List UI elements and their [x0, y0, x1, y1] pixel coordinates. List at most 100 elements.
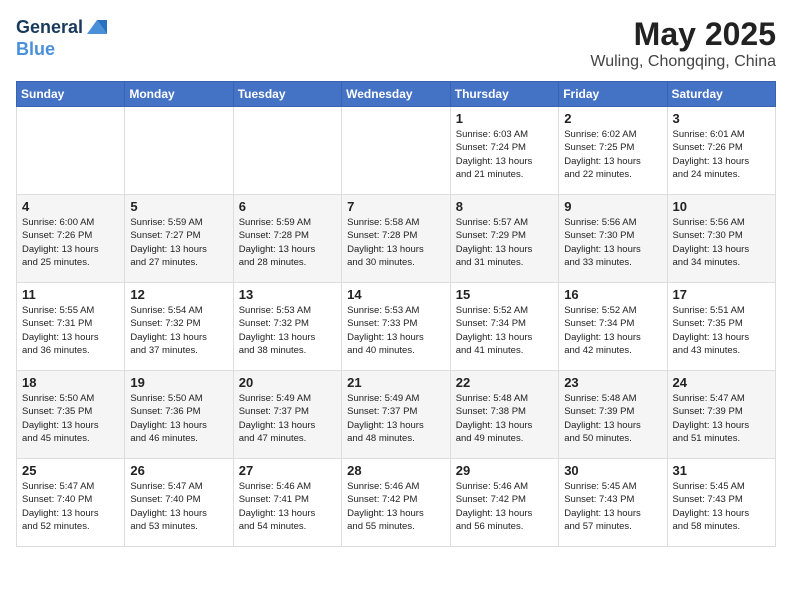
day-number: 17 [673, 287, 771, 302]
calendar-header-tuesday: Tuesday [233, 82, 341, 107]
calendar-cell: 31Sunrise: 5:45 AM Sunset: 7:43 PM Dayli… [667, 459, 776, 547]
day-info: Sunrise: 5:50 AM Sunset: 7:35 PM Dayligh… [22, 392, 119, 445]
calendar-cell: 30 Sunrise: 5:45 AM Sunset: 7:43 PM Dayli… [559, 459, 667, 547]
calendar-cell: 12Sunrise: 5:54 AM Sunset: 7:32 PM Dayli… [125, 283, 233, 371]
day-number: 14 [347, 287, 445, 302]
calendar-header-thursday: Thursday [450, 82, 558, 107]
calendar-table: SundayMondayTuesdayWednesdayThursdayFrid… [16, 81, 776, 547]
day-info: Sunrise: 5:52 AM Sunset: 7:34 PM Dayligh… [564, 304, 661, 357]
day-info: Sunrise: 5:46 AM Sunset: 7:41 PM Dayligh… [239, 480, 336, 533]
day-info: Sunrise: 6:02 AM Sunset: 7:25 PM Dayligh… [564, 128, 661, 181]
day-number: 29 [456, 463, 553, 478]
calendar-cell: 5 Sunrise: 5:59 AM Sunset: 7:27 PM Daylig… [125, 195, 233, 283]
day-number: 1 [456, 111, 553, 126]
day-number: 16 [564, 287, 661, 302]
day-info: Sunrise: 5:45 AM Sunset: 7:43 PM Dayligh… [564, 480, 661, 533]
month-title: May 2025 [590, 16, 776, 53]
calendar-cell: 15Sunrise: 5:52 AM Sunset: 7:34 PM Dayli… [450, 283, 558, 371]
page-header: General Blue May 2025 Wuling, Chongqing,… [16, 16, 776, 71]
calendar-cell: 19 Sunrise: 5:50 AM Sunset: 7:36 PM Dayli… [125, 371, 233, 459]
calendar-cell: 2 Sunrise: 6:02 AM Sunset: 7:25 PM Daylig… [559, 107, 667, 195]
day-info: Sunrise: 5:49 AM Sunset: 7:37 PM Dayligh… [347, 392, 445, 445]
day-info: Sunrise: 5:56 AM Sunset: 7:30 PM Dayligh… [673, 216, 771, 269]
day-number: 10 [673, 199, 771, 214]
day-info: Sunrise: 6:00 AM Sunset: 7:26 PM Dayligh… [22, 216, 119, 269]
calendar-header-sunday: Sunday [17, 82, 125, 107]
calendar-cell [17, 107, 125, 195]
day-number: 3 [673, 111, 771, 126]
calendar-cell: 16 Sunrise: 5:52 AM Sunset: 7:34 PM Dayli… [559, 283, 667, 371]
calendar-cell [342, 107, 451, 195]
calendar-cell: 10 Sunrise: 5:56 AM Sunset: 7:30 PM Dayli… [667, 195, 776, 283]
day-number: 26 [130, 463, 227, 478]
calendar-cell: 17Sunrise: 5:51 AM Sunset: 7:35 PM Dayli… [667, 283, 776, 371]
day-number: 25 [22, 463, 119, 478]
day-number: 4 [22, 199, 119, 214]
calendar-cell: 6 Sunrise: 5:59 AM Sunset: 7:28 PM Daylig… [233, 195, 341, 283]
day-info: Sunrise: 5:53 AM Sunset: 7:32 PM Dayligh… [239, 304, 336, 357]
logo-text: General Blue [16, 16, 109, 60]
day-number: 11 [22, 287, 119, 302]
calendar-header-monday: Monday [125, 82, 233, 107]
calendar-cell: 9Sunrise: 5:56 AM Sunset: 7:30 PM Daylig… [559, 195, 667, 283]
day-number: 15 [456, 287, 553, 302]
logo: General Blue [16, 16, 109, 60]
day-info: Sunrise: 5:58 AM Sunset: 7:28 PM Dayligh… [347, 216, 445, 269]
day-number: 19 [130, 375, 227, 390]
day-number: 12 [130, 287, 227, 302]
day-info: Sunrise: 5:46 AM Sunset: 7:42 PM Dayligh… [456, 480, 553, 533]
calendar-week-row: 4 Sunrise: 6:00 AM Sunset: 7:26 PM Daylig… [17, 195, 776, 283]
day-number: 7 [347, 199, 445, 214]
calendar-cell: 4 Sunrise: 6:00 AM Sunset: 7:26 PM Daylig… [17, 195, 125, 283]
day-number: 2 [564, 111, 661, 126]
day-info: Sunrise: 5:47 AM Sunset: 7:39 PM Dayligh… [673, 392, 771, 445]
day-info: Sunrise: 5:59 AM Sunset: 7:28 PM Dayligh… [239, 216, 336, 269]
day-number: 27 [239, 463, 336, 478]
day-number: 21 [347, 375, 445, 390]
day-number: 31 [673, 463, 771, 478]
day-info: Sunrise: 5:55 AM Sunset: 7:31 PM Dayligh… [22, 304, 119, 357]
calendar-week-row: 18 Sunrise: 5:50 AM Sunset: 7:35 PM Dayli… [17, 371, 776, 459]
day-info: Sunrise: 5:47 AM Sunset: 7:40 PM Dayligh… [22, 480, 119, 533]
calendar-header-row: SundayMondayTuesdayWednesdayThursdayFrid… [17, 82, 776, 107]
calendar-cell: 22 Sunrise: 5:48 AM Sunset: 7:38 PM Dayli… [450, 371, 558, 459]
calendar-cell: 13 Sunrise: 5:53 AM Sunset: 7:32 PM Dayli… [233, 283, 341, 371]
day-info: Sunrise: 5:46 AM Sunset: 7:42 PM Dayligh… [347, 480, 445, 533]
calendar-cell: 7 Sunrise: 5:58 AM Sunset: 7:28 PM Daylig… [342, 195, 451, 283]
day-number: 20 [239, 375, 336, 390]
title-section: May 2025 Wuling, Chongqing, China [590, 16, 776, 71]
day-info: Sunrise: 5:48 AM Sunset: 7:38 PM Dayligh… [456, 392, 553, 445]
day-info: Sunrise: 5:47 AM Sunset: 7:40 PM Dayligh… [130, 480, 227, 533]
day-info: Sunrise: 5:57 AM Sunset: 7:29 PM Dayligh… [456, 216, 553, 269]
day-number: 8 [456, 199, 553, 214]
day-number: 30 [564, 463, 661, 478]
calendar-cell: 14 Sunrise: 5:53 AM Sunset: 7:33 PM Dayli… [342, 283, 451, 371]
calendar-week-row: 1Sunrise: 6:03 AM Sunset: 7:24 PM Daylig… [17, 107, 776, 195]
calendar-cell: 1Sunrise: 6:03 AM Sunset: 7:24 PM Daylig… [450, 107, 558, 195]
calendar-cell: 28Sunrise: 5:46 AM Sunset: 7:42 PM Dayli… [342, 459, 451, 547]
calendar-header-wednesday: Wednesday [342, 82, 451, 107]
day-info: Sunrise: 5:59 AM Sunset: 7:27 PM Dayligh… [130, 216, 227, 269]
day-number: 13 [239, 287, 336, 302]
day-info: Sunrise: 5:56 AM Sunset: 7:30 PM Dayligh… [564, 216, 661, 269]
calendar-cell: 23 Sunrise: 5:48 AM Sunset: 7:39 PM Dayli… [559, 371, 667, 459]
day-info: Sunrise: 5:50 AM Sunset: 7:36 PM Dayligh… [130, 392, 227, 445]
calendar-week-row: 11 Sunrise: 5:55 AM Sunset: 7:31 PM Dayli… [17, 283, 776, 371]
calendar-cell: 25 Sunrise: 5:47 AM Sunset: 7:40 PM Dayli… [17, 459, 125, 547]
calendar-cell: 26 Sunrise: 5:47 AM Sunset: 7:40 PM Dayli… [125, 459, 233, 547]
location: Wuling, Chongqing, China [590, 53, 776, 71]
calendar-cell: 21 Sunrise: 5:49 AM Sunset: 7:37 PM Dayli… [342, 371, 451, 459]
calendar-cell: 27 Sunrise: 5:46 AM Sunset: 7:41 PM Dayli… [233, 459, 341, 547]
day-number: 23 [564, 375, 661, 390]
calendar-cell: 8 Sunrise: 5:57 AM Sunset: 7:29 PM Daylig… [450, 195, 558, 283]
day-info: Sunrise: 5:53 AM Sunset: 7:33 PM Dayligh… [347, 304, 445, 357]
day-number: 18 [22, 375, 119, 390]
day-info: Sunrise: 5:48 AM Sunset: 7:39 PM Dayligh… [564, 392, 661, 445]
day-info: Sunrise: 5:49 AM Sunset: 7:37 PM Dayligh… [239, 392, 336, 445]
calendar-week-row: 25 Sunrise: 5:47 AM Sunset: 7:40 PM Dayli… [17, 459, 776, 547]
day-number: 6 [239, 199, 336, 214]
day-number: 5 [130, 199, 227, 214]
day-number: 22 [456, 375, 553, 390]
calendar-cell: 29 Sunrise: 5:46 AM Sunset: 7:42 PM Dayli… [450, 459, 558, 547]
calendar-cell: 18 Sunrise: 5:50 AM Sunset: 7:35 PM Dayli… [17, 371, 125, 459]
